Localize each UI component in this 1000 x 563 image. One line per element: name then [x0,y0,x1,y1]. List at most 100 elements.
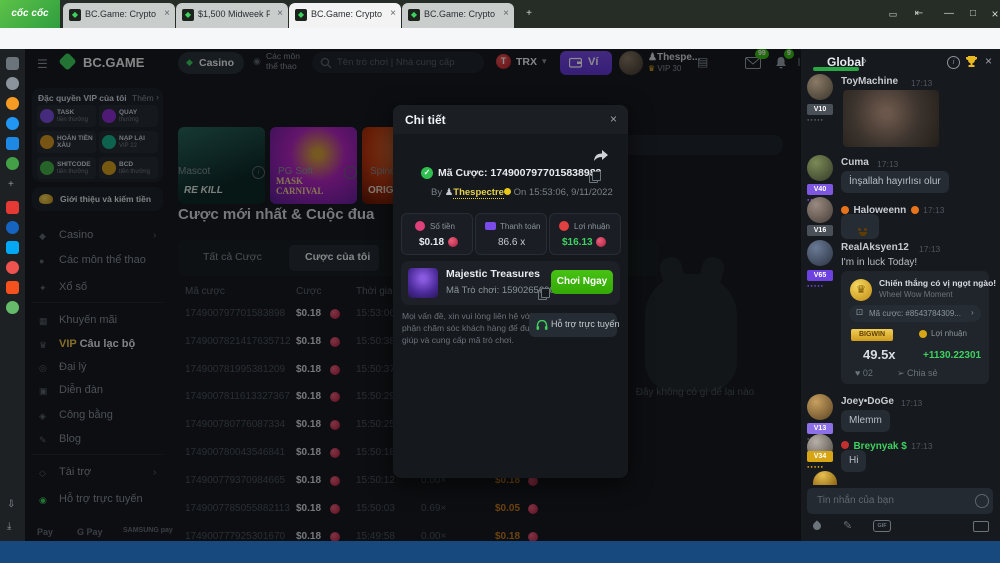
chat-username[interactable]: Cuma [841,157,869,168]
game-title: Majestic Treasures [446,268,540,280]
copy-game-id-icon[interactable] [538,290,547,300]
chat-close-icon[interactable]: × [985,54,992,68]
facebook-icon[interactable] [6,221,19,234]
chevron-right-icon: › [971,308,974,317]
player-name[interactable]: Thespectre [453,187,504,199]
rain-tip-icon[interactable] [811,520,822,531]
copy-bet-id-icon[interactable] [589,173,598,183]
coccoc-brand[interactable]: cốc cốc [0,0,60,28]
vip-badge: V13 [807,423,833,434]
chat-image-attachment[interactable] [843,90,939,147]
stat-amount: Số tiền $0.18 [401,213,473,255]
chat-input-area: Tin nhắn của bạn ✎ GIF [801,485,1000,541]
browser-tab[interactable]: ◆ BC.Game: Crypto Casino Gam × [402,3,514,28]
share-win-button[interactable]: ➢ Chia sẻ [897,368,938,379]
reopen-tab-icon[interactable]: ⇤ [908,0,930,28]
win-card-bet-link[interactable]: ⚀ Mã cược: #8543784309... › [849,305,981,322]
vip-badge: V34 [807,451,833,462]
collapse-dock-icon[interactable]: ⇩ [7,499,15,510]
win-share-card[interactable]: ♛ Chiến thắng có vị ngọt ngào! Wheel Wow… [841,271,989,384]
tab-close-icon[interactable]: × [164,8,170,19]
chat-username[interactable]: RealAksyen12 [841,242,909,253]
modal-header: Chi tiết × [393,105,628,134]
vip-progress-dots: ●●●●● [807,464,824,469]
tab-search-icon[interactable]: ▭ [882,0,904,28]
chat-input-placeholder: Tin nhắn của bạn [817,495,894,506]
avatar[interactable] [807,155,833,181]
chat-message: Mlemm [841,410,890,432]
live-support-button[interactable]: Hỗ trợ trực tuyến [529,313,617,337]
vip-progress-dots: ●●●●● [807,117,824,122]
browser-tab[interactable]: ◆ BC.Game: Crypto Casino Gam × [63,3,175,28]
close-window-button[interactable]: × [984,0,1000,28]
avatar[interactable] [807,394,833,420]
whatsapp-icon[interactable] [6,157,19,170]
messenger-icon[interactable] [6,117,19,130]
maximize-button[interactable]: □ [962,0,984,28]
tab-close-icon[interactable]: × [503,8,509,19]
share-bet-icon[interactable] [593,149,609,163]
minimize-button[interactable]: — [938,0,960,28]
shopee-icon[interactable] [6,281,19,294]
profit-icon [559,221,569,231]
chat-username[interactable]: ToyMachine [841,76,898,87]
emoji-picker-icon[interactable] [975,494,989,508]
pencil-icon[interactable]: ✎ [843,519,852,532]
profit-label: Lợi nhuận [931,329,967,338]
youtube-icon[interactable] [6,201,19,214]
browser-dock: + ⇩ ⤓ [0,49,25,541]
add-app-icon[interactable]: + [8,179,14,190]
avatar[interactable] [807,240,833,266]
chat-time: 17:13 [911,78,932,88]
chat-time: 17:13 [919,244,940,254]
tab-favicon: ◆ [408,9,420,21]
heart-icon: ♥ [855,368,860,378]
keyboard-icon[interactable] [973,521,989,532]
windows-taskbar: ∧ ENG 5:14 PM 11/9/2022 [0,541,1000,563]
bet-details-modal: Chi tiết × ✓ Mã Cược: 174900797701583898… [393,105,628,478]
modal-close-icon[interactable]: × [610,112,617,126]
tv-app-icon[interactable] [6,241,19,254]
chat-time: 17:13 [877,159,898,169]
profit-coin-icon [919,330,927,338]
new-tab-button[interactable]: + [518,0,540,28]
vip-badge: V16 [807,225,833,236]
chat-rules-icon[interactable]: i [947,56,960,69]
bet-meta-row: By ♟Thespectre On 15:53:06, 9/11/2022 [431,187,613,198]
settings-icon[interactable] [6,57,19,70]
trophy-icon[interactable] [965,55,978,68]
tab-close-icon[interactable]: × [390,8,396,19]
avatar[interactable] [807,74,833,100]
leaf-app-icon[interactable] [6,301,19,314]
play-now-button[interactable]: Chơi Ngay [551,270,613,294]
vip-progress-dots: ●●●●● [807,283,824,288]
avatar[interactable] [807,197,833,223]
chat-input[interactable]: Tin nhắn của bạn [807,488,993,514]
mail-app-icon[interactable] [6,261,19,274]
gif-icon[interactable]: GIF [873,520,891,532]
win-card-subtitle: Wheel Wow Moment [879,290,953,299]
zalo-icon[interactable] [6,137,19,150]
chat-message: I'm in luck Today! [841,257,917,268]
tab-favicon: ◆ [182,9,194,21]
likes-button[interactable]: ♥ 02 [855,368,873,378]
modal-title: Chi tiết [405,113,446,127]
game-thumbnail[interactable] [408,268,438,298]
support-note: giúp và cung cấp mã trò chơi. [402,335,514,345]
chat-username[interactable]: Joey•DoGe [841,396,894,407]
chat-message-emoji [841,214,879,239]
pumpkin-icon [841,206,849,214]
history-icon[interactable] [6,77,19,90]
browser-tab-active[interactable]: ◆ BC.Game: Crypto Casino Gam × [289,3,401,28]
favorites-icon[interactable] [6,97,19,110]
stat-profit: Lợi nhuận $16.13 [549,213,621,255]
coin-icon [596,237,606,247]
chat-time: 17:13 [901,398,922,408]
bee-icon [504,188,511,195]
browser-tab[interactable]: ◆ $1,500 Midweek PGSoft Mult × [176,3,288,28]
screen: cốc cốc ◆ BC.Game: Crypto Casino Gam × ◆… [0,0,1000,563]
tab-title: BC.Game: Crypto Casino Gam [85,9,157,19]
dock-downloads-icon[interactable]: ⤓ [7,521,11,532]
bet-id-row: Mã Cược: 1749007977015838983 [438,167,601,179]
tab-close-icon[interactable]: × [277,8,283,19]
